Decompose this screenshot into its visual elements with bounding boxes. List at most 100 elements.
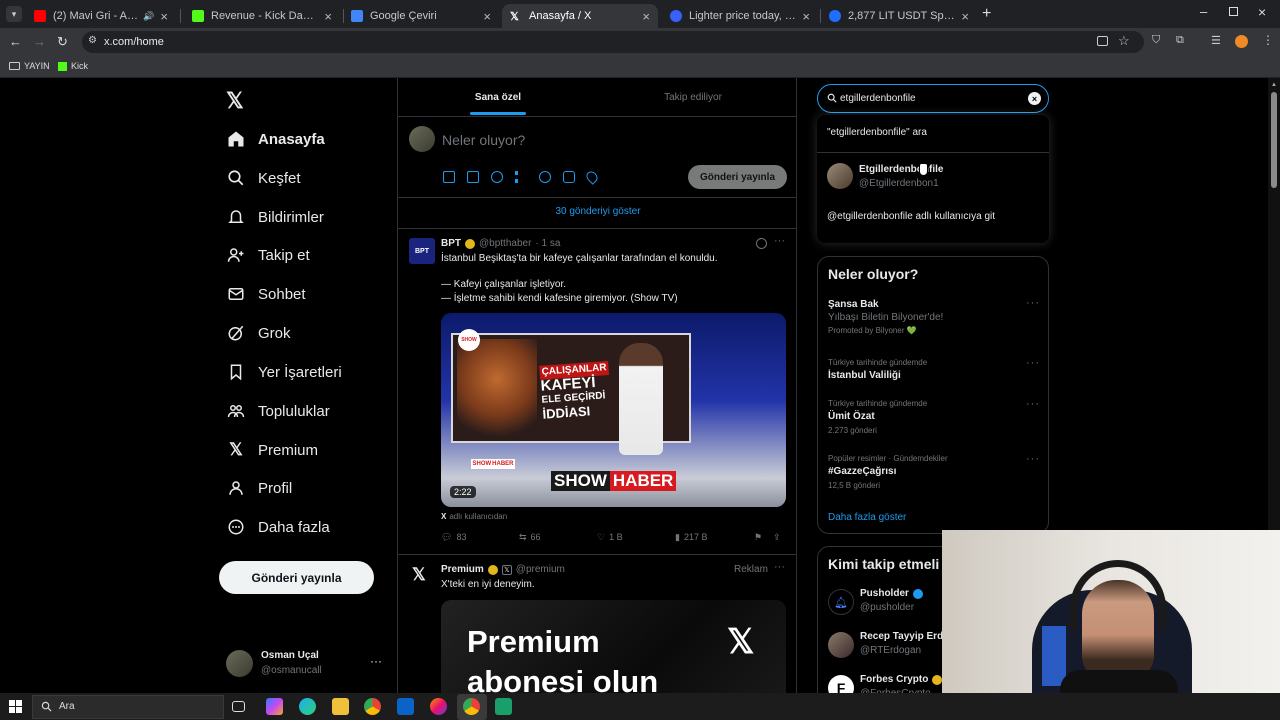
reload-icon[interactable]: ↻ [57, 34, 68, 50]
composer-input[interactable]: Neler oluyor? [442, 132, 525, 148]
nav-item-profile[interactable]: Profil [226, 473, 292, 503]
nav-item-more[interactable]: Daha fazla [226, 512, 330, 542]
tab-for-you[interactable]: Sana özel [398, 78, 598, 116]
post-ad[interactable]: 𝕏 Premium 𝕏 @premium Reklam ··· X'teki e… [398, 555, 796, 698]
chrome-active-icon[interactable] [463, 698, 480, 715]
close-tab-icon[interactable]: × [324, 9, 332, 24]
star-icon[interactable]: ☆ [1118, 33, 1130, 49]
task-view-icon[interactable] [232, 701, 245, 712]
grok-icon[interactable] [756, 238, 767, 249]
author-handle[interactable]: @bptthaber [479, 238, 531, 249]
close-tab-icon[interactable]: × [483, 9, 491, 24]
tab-search-icon[interactable]: ▾ [6, 6, 22, 22]
trend-item[interactable]: Türkiye tarihinde gündemde İstanbul Vali… [828, 358, 1038, 388]
image-icon[interactable] [443, 171, 455, 183]
outlook-icon[interactable] [397, 698, 414, 715]
close-tab-icon[interactable]: × [642, 9, 650, 24]
menu-icon[interactable]: ⋮ [1262, 33, 1274, 47]
search-input[interactable]: etgillerdenbonfile × [817, 84, 1049, 113]
post-time[interactable]: · 1 sa [535, 238, 560, 249]
edge-icon[interactable] [299, 698, 316, 715]
audio-icon[interactable]: 🔊 [143, 11, 154, 22]
maximize-icon[interactable] [1229, 7, 1238, 16]
show-new-posts[interactable]: 30 gönderiyi göster [398, 206, 796, 217]
bookmark-kick[interactable]: Kick [58, 61, 88, 71]
chrome-icon[interactable] [364, 698, 381, 715]
clear-search-icon[interactable]: × [1028, 92, 1041, 105]
profile-avatar-icon[interactable] [1235, 35, 1248, 48]
back-icon[interactable]: ← [9, 34, 22, 49]
extensions-icon[interactable]: ⧉ [1176, 34, 1184, 47]
windows-start-icon[interactable] [9, 700, 22, 713]
post-video[interactable]: ÇALIŞANLAR KAFEYİ ELE GEÇİRDİ İDDİASI SH… [441, 313, 786, 507]
app-icon[interactable] [495, 698, 512, 715]
author-name[interactable]: Premium [441, 564, 484, 575]
poll-icon[interactable] [515, 171, 527, 183]
close-window-icon[interactable]: × [1258, 4, 1266, 20]
nav-item-follow[interactable]: Takip et [226, 240, 310, 270]
views-button[interactable]: ▮ 217 B [675, 532, 707, 543]
nav-item-communities[interactable]: Topluluklar [226, 396, 330, 426]
media-icon[interactable]: ☰ [1211, 34, 1221, 47]
grok-icon[interactable] [491, 171, 503, 183]
close-tab-icon[interactable]: × [802, 9, 810, 24]
browser-tab[interactable]: Google Çeviri × [343, 4, 499, 28]
nav-item-home[interactable]: Anasayfa [226, 124, 325, 154]
browser-tab[interactable]: (2) Mavi Gri - Altüst Olmuş 🔊 × [26, 4, 176, 28]
shield-icon[interactable]: ⛉ [1152, 34, 1160, 47]
forward-icon[interactable]: → [33, 34, 46, 49]
close-tab-icon[interactable]: × [961, 9, 969, 24]
more-icon[interactable]: ··· [1026, 453, 1040, 465]
browser-tab[interactable]: 2,877 LIT USDT Spot Trading | L × [821, 4, 977, 28]
scroll-up-icon[interactable]: ▲ [1271, 82, 1277, 88]
browser-tab[interactable]: Revenue - Kick Dashboard × [184, 4, 340, 28]
more-icon[interactable]: ··· [774, 235, 785, 247]
install-app-icon[interactable] [1097, 36, 1108, 46]
nav-item-grok[interactable]: Grok [226, 318, 291, 348]
reply-button[interactable]: 💬︎ 83 [441, 532, 466, 543]
file-explorer-icon[interactable] [332, 698, 349, 715]
nav-item-premium[interactable]: 𝕏 Premium [226, 435, 318, 465]
composer-post-button[interactable]: Gönderi yayınla [688, 165, 787, 189]
trend-item[interactable]: Şansa Bak Yılbaşı Biletin Bilyoner'de! P… [828, 299, 1038, 343]
share-icon[interactable]: ⇪ [773, 532, 781, 543]
gif-icon[interactable] [467, 171, 479, 183]
show-more-link[interactable]: Daha fazla göster [828, 512, 906, 523]
tab-following[interactable]: Takip ediliyor [598, 92, 788, 103]
url-text[interactable]: x.com/home [104, 36, 164, 48]
bookmark-folder[interactable]: YAYIN [9, 61, 50, 71]
browser-tab-active[interactable]: 𝕏 Anasayfa / X × [502, 4, 658, 28]
nav-item-notifications[interactable]: Bildirimler [226, 202, 324, 232]
goto-user-option[interactable]: @etgillerdenbonfile adlı kullanıcıya git [827, 211, 995, 222]
trend-item[interactable]: Popüler resimler · Gündemdekiler #GazzeÇ… [828, 454, 1038, 494]
close-tab-icon[interactable]: × [160, 9, 168, 24]
search-user-option[interactable]: Etgillerdenbonfile @Etgillerdenbon1 [817, 155, 1049, 199]
post[interactable]: BPT BPT @bptthaber · 1 sa ··· İstanbul B… [398, 229, 796, 554]
address-bar[interactable] [82, 31, 1144, 53]
like-button[interactable]: ♡ 1 B [597, 532, 623, 543]
account-switcher[interactable]: Osman Uçal @osmanucall ··· [226, 648, 386, 680]
trend-item[interactable]: Türkiye tarihinde gündemde Ümit Özat 2.2… [828, 399, 1038, 439]
location-icon[interactable] [584, 169, 600, 185]
bookmark-icon[interactable]: ⚑ [754, 532, 762, 543]
emoji-icon[interactable] [539, 171, 551, 183]
more-icon[interactable]: ··· [774, 561, 785, 573]
author-handle[interactable]: @premium [516, 564, 565, 575]
search-query-option[interactable]: "etgillerdenbonfile" ara [827, 127, 927, 138]
more-icon[interactable]: ··· [370, 654, 382, 668]
repost-button[interactable]: ⇆ 66 [519, 532, 541, 543]
more-icon[interactable]: ··· [1026, 398, 1040, 410]
more-icon[interactable]: ··· [1026, 297, 1040, 309]
nav-item-messages[interactable]: Sohbet [226, 279, 306, 309]
firefox-icon[interactable] [430, 698, 447, 715]
author-name[interactable]: BPT [441, 238, 461, 249]
post-button[interactable]: Gönderi yayınla [219, 561, 374, 594]
taskbar-search[interactable]: Ara [32, 695, 224, 719]
scrollbar-thumb[interactable] [1271, 92, 1277, 188]
post-image[interactable]: Premium abonesi olun 𝕏 [441, 600, 786, 698]
nav-item-bookmarks[interactable]: Yer İşaretleri [226, 357, 342, 387]
site-info-icon[interactable]: ⚙ [88, 35, 97, 46]
copilot-icon[interactable] [266, 698, 283, 715]
more-icon[interactable]: ··· [1026, 357, 1040, 369]
minimize-icon[interactable]: – [1200, 4, 1207, 19]
